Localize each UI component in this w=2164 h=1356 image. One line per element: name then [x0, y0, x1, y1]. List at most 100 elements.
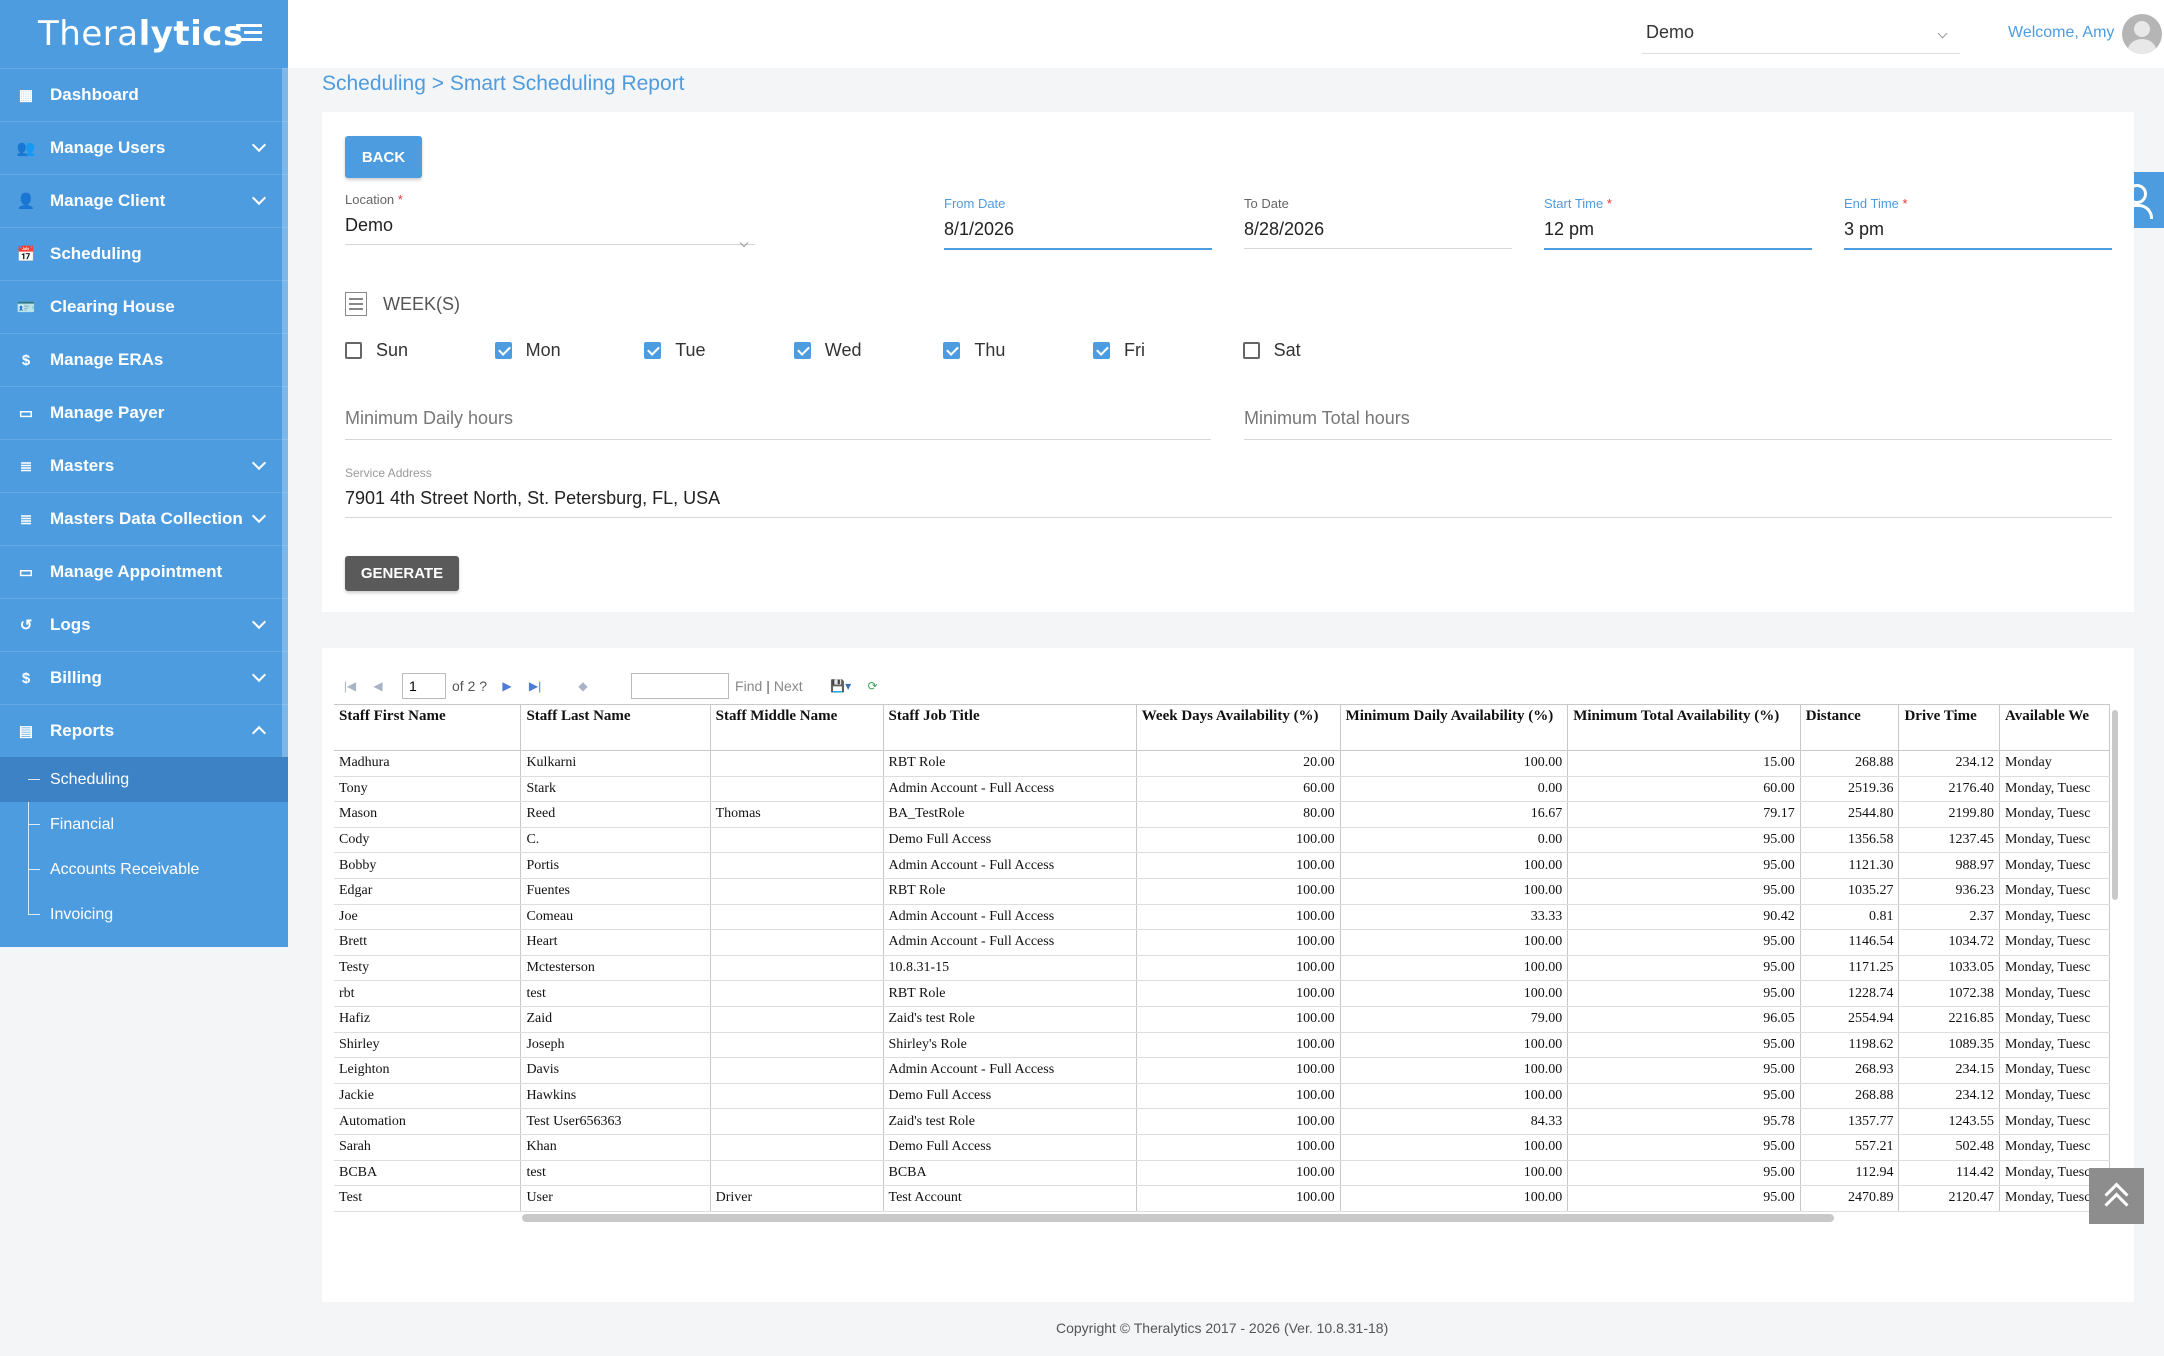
day-checkbox-thu[interactable]: Thu — [943, 340, 1093, 361]
sidebar-item-scheduling[interactable]: 📅 Scheduling — [0, 227, 288, 280]
sidebar-item-manage-client[interactable]: 👤 Manage Client — [0, 174, 288, 227]
scroll-to-top-button[interactable] — [2089, 1168, 2144, 1224]
welcome-user-link[interactable]: Welcome, Amy — [2008, 24, 2114, 42]
vertical-scrollbar[interactable] — [2112, 710, 2118, 900]
checkbox-checked-icon[interactable] — [494, 342, 512, 359]
first-page-icon[interactable]: |◀ — [340, 676, 360, 696]
sidebar-item-clearing-house[interactable]: 🪪 Clearing House — [0, 280, 288, 333]
table-cell: Davis — [520, 1057, 711, 1084]
sidebar-item-manage-eras[interactable]: $ Manage ERAs — [0, 333, 288, 386]
sidebar-subitem-scheduling[interactable]: Scheduling — [0, 757, 288, 802]
sidebar-item-manage-appointment[interactable]: ▭ Manage Appointment — [0, 545, 288, 598]
column-header[interactable]: Staff Job Title — [883, 704, 1137, 751]
from-date-field[interactable]: From Date 8/1/2026 — [944, 196, 1212, 250]
column-header[interactable]: Distance — [1800, 704, 1900, 751]
day-label: Thu — [974, 340, 1006, 360]
table-cell: Monday, Tuesc — [1999, 801, 2110, 828]
table-cell: 60.00 — [1567, 776, 1801, 803]
last-page-icon[interactable]: ▶| — [525, 676, 545, 696]
column-header[interactable]: Staff Middle Name — [710, 704, 884, 751]
table-cell: 100.00 — [1136, 1108, 1341, 1135]
reports-submenu: Scheduling Financial Accounts Receivable In… — [0, 757, 288, 937]
export-icon[interactable]: 💾▾ — [827, 676, 855, 696]
chevron-down-icon — [1937, 28, 1948, 39]
column-header[interactable]: Staff First Name — [334, 704, 522, 751]
column-header[interactable]: Minimum Daily Availability (%) — [1340, 704, 1569, 751]
previous-page-icon[interactable]: ◀ — [368, 676, 388, 696]
table-row: BCBA test BCBA 100.00 100.00 95.00 112.94 114.4… — [334, 1160, 2110, 1187]
column-header[interactable]: Available We — [1999, 704, 2110, 751]
column-header[interactable]: Staff Last Name — [520, 704, 711, 751]
day-checkbox-wed[interactable]: Wed — [793, 340, 944, 361]
checkbox-checked-icon[interactable] — [1092, 342, 1110, 359]
back-to-parent-icon[interactable]: ◆ — [573, 676, 593, 696]
table-cell: Monday, Tuesc — [1999, 1057, 2110, 1084]
table-cell: 100.00 — [1136, 955, 1341, 982]
refresh-icon[interactable]: ⟳ — [863, 676, 883, 696]
table-cell: 95.00 — [1567, 980, 1801, 1007]
next-page-icon[interactable]: ▶ — [497, 676, 517, 696]
day-checkbox-fri[interactable]: Fri — [1092, 340, 1243, 361]
org-select[interactable]: Demo — [1642, 18, 1960, 54]
table-cell: 100.00 — [1136, 1134, 1341, 1161]
to-date-field[interactable]: To Date 8/28/2026 — [1244, 196, 1512, 249]
table-cell: 1198.62 — [1800, 1032, 1900, 1059]
column-header[interactable]: Week Days Availability (%) — [1136, 704, 1341, 751]
sidebar-item-manage-payer[interactable]: ▭ Manage Payer — [0, 386, 288, 439]
sidebar-subitem-financial[interactable]: Financial — [0, 802, 288, 847]
avatar[interactable] — [2122, 14, 2162, 54]
sidebar-item-billing[interactable]: $ Billing — [0, 651, 288, 704]
table-cell: 1034.72 — [1898, 929, 2001, 956]
sidebar-item-logs[interactable]: ↺ Logs — [0, 598, 288, 651]
table-cell: 502.48 — [1898, 1134, 2001, 1161]
sidebar-item-masters[interactable]: ≣ Masters — [0, 439, 288, 492]
generate-button[interactable]: GENERATE — [345, 556, 459, 591]
sidebar-item-label: Logs — [50, 615, 91, 634]
day-checkbox-sun[interactable]: Sun — [345, 340, 495, 361]
table-cell: Admin Account - Full Access — [883, 776, 1137, 803]
page-number-input[interactable] — [402, 673, 446, 699]
breadcrumb-parent[interactable]: Scheduling — [322, 72, 426, 95]
sidebar-item-masters-data-collection[interactable]: ≣ Masters Data Collection — [0, 492, 288, 545]
min-daily-hours-input[interactable]: Minimum Daily hours — [345, 408, 1211, 440]
next-link[interactable]: Next — [774, 678, 803, 694]
column-header[interactable]: Minimum Total Availability (%) — [1567, 704, 1801, 751]
service-address-field[interactable]: Service Address 7901 4th Street North, S… — [345, 466, 2112, 518]
table-cell: 234.15 — [1898, 1057, 2001, 1084]
sidebar-item-reports[interactable]: ▤ Reports — [0, 704, 288, 757]
start-time-field[interactable]: Start Time * 12 pm — [1544, 196, 1812, 250]
sidebar-collapse-icon[interactable] — [236, 24, 262, 46]
table-cell: 936.23 — [1898, 878, 2001, 905]
end-time-field[interactable]: End Time * 3 pm — [1844, 196, 2112, 250]
sidebar-item-dashboard[interactable]: ▦ Dashboard — [0, 68, 288, 121]
location-label: Location — [345, 192, 395, 207]
required-mark: * — [397, 192, 403, 207]
checkbox-unchecked-icon[interactable] — [345, 342, 362, 359]
checkbox-checked-icon[interactable] — [793, 342, 811, 359]
sidebar-subitem-accounts-receivable[interactable]: Accounts Receivable — [0, 847, 288, 892]
table-cell: 100.00 — [1136, 980, 1341, 1007]
table-cell: 100.00 — [1136, 1083, 1341, 1110]
find-input[interactable] — [631, 673, 730, 699]
location-field[interactable]: Location * Demo — [345, 192, 755, 248]
find-link[interactable]: Find — [735, 678, 762, 694]
column-header[interactable]: Drive Time — [1898, 704, 2001, 751]
day-checkbox-tue[interactable]: Tue — [644, 340, 794, 361]
table-cell: 100.00 — [1136, 929, 1341, 956]
table-cell: Zaid's test Role — [883, 1006, 1137, 1033]
horizontal-scrollbar[interactable] — [522, 1214, 1834, 1222]
min-total-hours-input[interactable]: Minimum Total hours — [1244, 408, 2112, 440]
table-cell: 1033.05 — [1898, 955, 2001, 982]
table-cell: 268.93 — [1800, 1057, 1900, 1084]
back-button[interactable]: BACK — [345, 136, 422, 178]
checkbox-checked-icon[interactable] — [943, 342, 961, 359]
checkbox-checked-icon[interactable] — [644, 342, 662, 359]
sidebar-item-manage-users[interactable]: 👥 Manage Users — [0, 121, 288, 174]
checkbox-unchecked-icon[interactable] — [1242, 342, 1260, 359]
day-checkbox-sat[interactable]: Sat — [1242, 340, 1393, 361]
table-cell: 2554.94 — [1800, 1006, 1900, 1033]
day-checkbox-mon[interactable]: Mon — [494, 340, 645, 361]
table-cell: 100.00 — [1340, 955, 1569, 982]
sidebar-subitem-invoicing[interactable]: Invoicing — [0, 892, 288, 937]
to-date-label: To Date — [1244, 196, 1289, 211]
